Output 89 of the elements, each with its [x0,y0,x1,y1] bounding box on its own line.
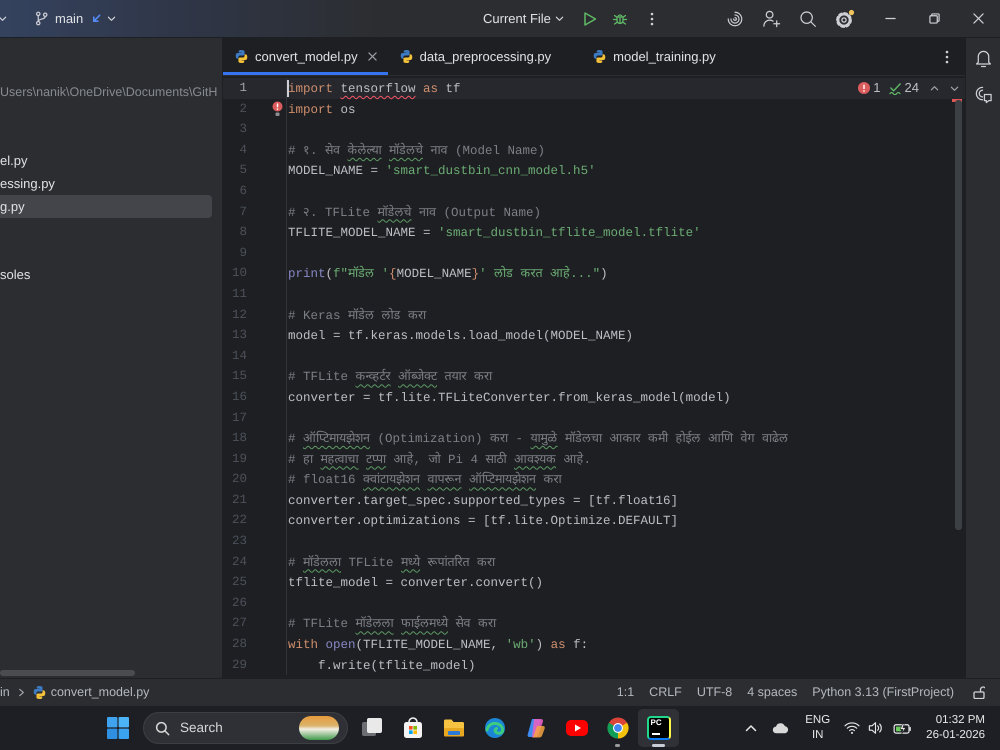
code-line: # हा महत्वाचा टप्पा आहे, जो Pi 4 साठी आवश्यक आहे. [288,452,592,467]
chat-icon[interactable] [974,85,992,104]
interpreter-name[interactable]: Python 3.13 (FirstProject) [812,684,954,700]
file-type-icon [400,50,413,63]
code-line: f.write(tflite_model) [317,658,476,673]
chevron-up-icon[interactable] [930,84,939,92]
scrollbar-thumb[interactable] [0,670,135,676]
line-separator[interactable]: CRLF [649,684,682,700]
volume-icon[interactable] [867,721,884,735]
editor-tab[interactable]: convert_model.py [223,38,388,75]
file-encoding[interactable]: UTF-8 [696,684,732,700]
dropdown-caret-icon[interactable] [554,14,564,23]
code-line: import tensorflow as tf [288,82,461,96]
editor-tab[interactable]: data_preprocessing.py [388,38,582,75]
clock-date[interactable]: 26-01-2026 [926,728,985,743]
breadcrumb-link[interactable]: in [0,684,10,700]
spiral-icon[interactable] [726,10,744,28]
code-line: TFLITE_MODEL_NAME = 'smart_dustbin_tflite_model.tflite' [288,226,701,240]
code-line: # १. सेव केलेल्या मॉडेलचे नाव (Model Name) [288,144,546,158]
input-region[interactable]: IN [812,728,824,743]
wifi-icon[interactable] [844,721,860,735]
code-line: import os [288,102,356,117]
typo-check-icon[interactable] [888,82,902,94]
taskbar-search-box[interactable]: Search [143,712,348,744]
cloud-icon[interactable] [772,722,790,734]
search-icon [155,720,170,736]
search-highlight-picture [299,716,339,740]
wave-logo-icon[interactable] [482,716,506,740]
file-type-icon [32,686,46,698]
code-line: with open(TFLITE_MODEL_NAME, 'wb') as f: [288,638,588,652]
search-icon[interactable] [799,10,817,28]
code-line: print(f"मॉडेल '{MODEL_NAME}' लोड करत आहे...") [288,267,608,282]
chevron-down-icon[interactable] [950,84,959,92]
chevron-right-icon [18,688,25,696]
file-type-icon [593,50,606,63]
error-icon[interactable] [858,82,870,94]
project-path: Users\nanik\OneDrive\Documents\GitH [0,84,218,101]
active-app-highlight[interactable]: PC [638,709,679,747]
clock-time[interactable]: 01:32 PM [936,713,985,728]
ide-logo-icon[interactable]: PC [646,716,670,740]
add-user-icon[interactable] [762,9,781,28]
more-icon[interactable] [945,48,949,64]
dropdown-caret-icon[interactable] [0,14,7,23]
input-language[interactable]: ENG [805,713,830,728]
lock-icon[interactable] [973,686,985,698]
tree-item[interactable]: g.py [0,195,212,218]
editor-tab[interactable]: model_training.py [581,38,746,75]
code-line: tflite_model = converter.convert() [288,576,544,590]
indent-setting[interactable]: 4 spaces [747,684,798,700]
scrollbar-thumb[interactable] [955,100,962,530]
code-line: # TFLite मॉडेलला फाईलमध्ये सेव करा [288,617,496,632]
run-configuration[interactable]: Current File [483,10,551,26]
tree-item[interactable]: soles [0,263,212,286]
caret-position[interactable]: 1:1 [616,684,634,700]
error-count[interactable]: 1 [873,80,881,96]
text-caret [287,80,289,97]
battery-charging-icon[interactable] [893,722,912,734]
logo-text: PC [650,719,662,727]
branch-name[interactable]: main [55,10,84,26]
code-line: # float16 क्वांटायझेशन वापरून ऑप्टिमायझेशन करा [288,473,562,488]
branch-icon[interactable] [35,11,48,26]
ring-logo-icon[interactable] [606,716,630,740]
start-icon[interactable] [107,717,129,739]
bell-icon[interactable] [974,48,992,68]
more-icon[interactable] [650,10,654,26]
run-icon[interactable] [582,10,597,26]
error-bulb-icon[interactable] [272,100,283,117]
dropdown-caret-icon[interactable] [107,14,116,23]
close-icon[interactable] [972,13,984,24]
code-line: # ऑप्टिमायझेशन (Optimization) करा - यामुळे मॉडेलचा आकार कमी होईल आणि वेग वाढेल [288,432,788,446]
close-icon[interactable] [368,52,377,61]
breadcrumb-link[interactable]: convert_model.py [50,684,150,700]
code-line: model = tf.keras.models.load_model(MODEL_NAME) [288,329,634,344]
tree-item[interactable]: el.py [0,149,212,172]
warning-count[interactable]: 24 [904,80,919,96]
tree-item[interactable]: essing.py [0,172,212,195]
code-line: converter = tf.lite.TFLiteConverter.from_keras_model(model) [288,390,731,405]
code-line: MODEL_NAME = 'smart_dustbin_cnn_model.h5' [288,164,596,178]
settings-icon[interactable] [835,8,855,28]
code-line: # २. TFLite मॉडेलचे नाव (Output Name) [288,206,542,220]
code-line: # TFLite कन्व्हर्टर ऑब्जेक्ट तयार करा [288,370,492,384]
code-line: # मॉडेलला TFLite मध्ये रूपांतरित करा [288,556,496,570]
code-line: converter.target_spec.supported_types = [tf.float16] [288,494,678,508]
line-number: 1 [239,81,247,95]
incoming-arrow-icon[interactable] [92,14,102,23]
code-line: # Keras मॉडेल लोड करा [288,308,426,323]
code-line: converter.optimizations = [tf.lite.Optimize.DEFAULT] [288,514,678,528]
file-type-icon [235,50,248,63]
restore-icon[interactable] [928,13,940,24]
